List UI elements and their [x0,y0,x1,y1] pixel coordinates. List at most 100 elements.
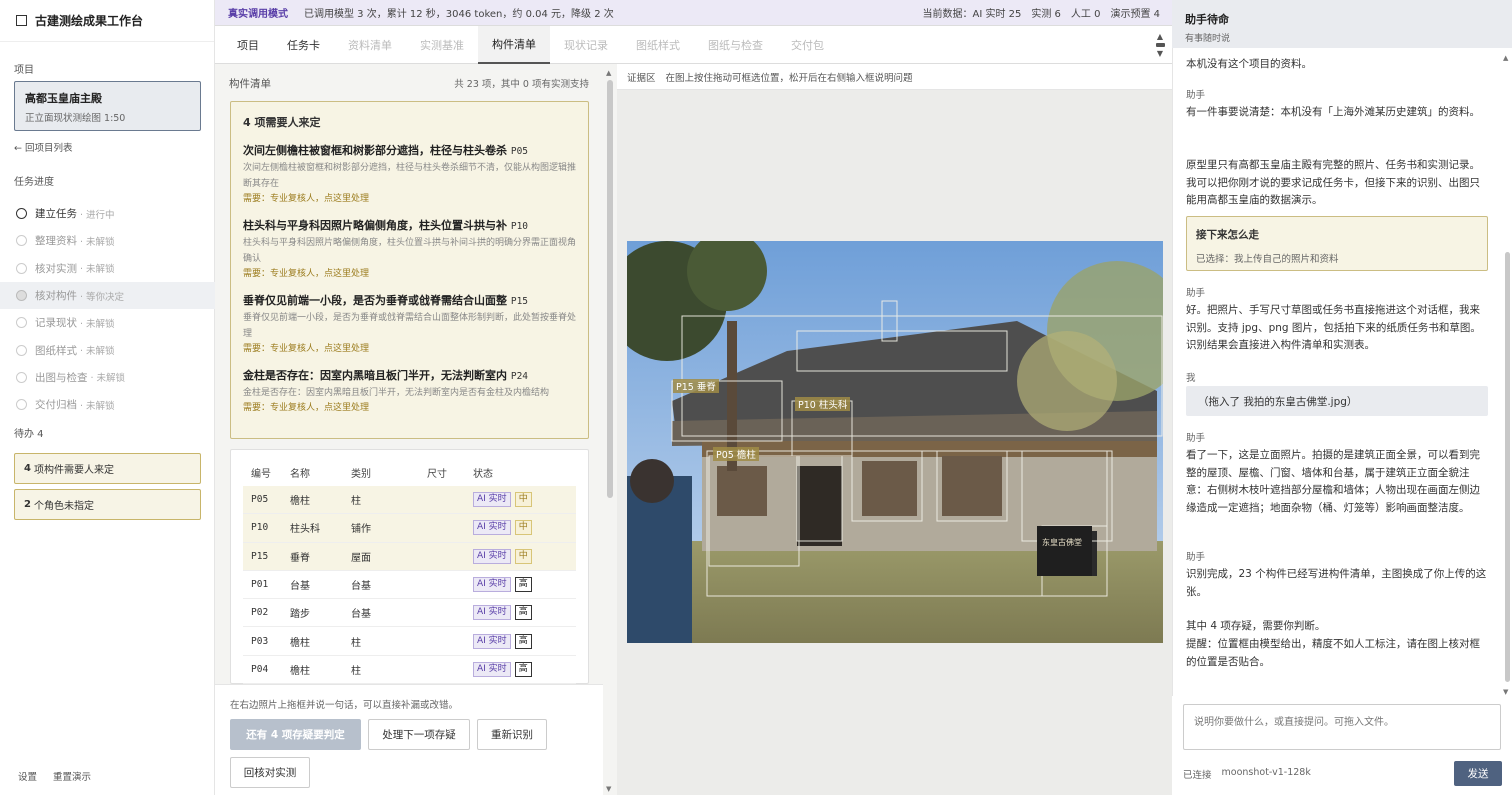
triangle-down-icon[interactable]: ▼ [1157,49,1163,58]
issue-item[interactable]: 柱头科与平身科因照片略偏侧角度，柱头位置斗拱与补 P10 柱头科与平身科因照片略… [243,217,576,281]
ai-badge: AI 实时 [473,661,511,677]
task-steps: 建立任务 · 进行中 整理资料 · 未解锁 核对实测 · 未解锁 核对构件 · 等你决定… [0,200,215,418]
ai-badge: AI 实时 [473,633,511,649]
scroll-thumb[interactable] [1505,252,1510,682]
tab-project[interactable]: 项目 [223,26,273,64]
triangle-down-icon[interactable]: ▼ [606,785,611,793]
triangle-down-icon[interactable]: ▼ [1503,688,1508,696]
chat-header: 助手待命 有事随时说 [1172,0,1512,48]
step-item[interactable]: 交付归档 · 未解锁 [0,391,215,418]
component-scrollbar[interactable]: ▲ ▼ [603,64,617,795]
step-name: 建立任务 [35,208,77,221]
chat-input[interactable]: 说明你要做什么，或直接提问。可拖入文件。 [1183,704,1501,750]
step-name: 图纸样式 [35,344,77,357]
tab-scroll-control[interactable]: ▲ ▼ [1152,32,1168,58]
cell-type: 台基 [351,581,371,593]
send-button[interactable]: 发送 [1454,761,1502,786]
step-item[interactable]: 图纸样式 · 未解锁 [0,336,215,363]
tab-drawing-style[interactable]: 图纸样式 [622,26,694,64]
tab-survey-baseline[interactable]: 实测基准 [406,26,478,64]
building-photo[interactable]: P15 垂脊 P10 柱头科 P05 檐柱 东皇古佛堂 [627,241,1163,643]
table-row[interactable]: P15 垂脊 屋面 AI 实时中 [243,542,576,571]
issue-desc: 柱头科与平身科因照片略偏侧角度，柱头位置斗拱与补间斗拱的明确分界需正面视角确认 [243,238,577,264]
table-row[interactable]: P10 柱头科 铺作 AI 实时中 [243,514,576,543]
next-steps-card[interactable]: 接下来怎么走 已选择：我上传自己的照片和资料 [1186,216,1488,271]
table-row[interactable]: P01 台基 台基 AI 实时高 [243,571,576,600]
chat-sender: 助手 [1186,552,1206,563]
issue-desc: 垂脊仅见前端一小段，是否为垂脊或戗脊需结合山面整体形制判断，此处暂按垂脊处理 [243,313,577,339]
todo-count: 4 [24,463,31,474]
tab-drawing-check[interactable]: 图纸与检查 [694,26,777,64]
reset-demo-link[interactable]: 重置演示 [53,769,91,783]
chat-message: 本机没有这个项目的资料。 [1186,58,1312,70]
step-circle-icon [16,262,27,274]
step-item[interactable]: 整理资料 · 未解锁 [0,227,215,254]
component-count: 共 23 项，其中 0 项有实测支持 [454,79,589,90]
todo-item[interactable]: 4 项构件需要人来定 [14,453,201,484]
triangle-up-icon[interactable]: ▲ [606,69,611,77]
table-row[interactable]: P05 檐柱 柱 AI 实时中 [243,486,576,515]
issue-action-link[interactable]: 需要：专业复核人，点这里处理 [243,401,576,415]
back-to-projects-link[interactable]: ← 回项目列表 [14,140,72,154]
step-name: 交付归档 [35,399,77,412]
tab-delivery[interactable]: 交付包 [777,26,838,64]
issue-action-link[interactable]: 需要：专业复核人，点这里处理 [243,267,576,281]
next-issue-button[interactable]: 处理下一项存疑 [368,719,470,750]
todo-item[interactable]: 2 个角色未指定 [14,489,201,520]
progress-label: 任务进度 [14,177,54,188]
issue-item[interactable]: 次间左侧檐柱被窗框和树影部分遮挡，柱径与柱头卷杀 P05 次间左侧檐柱被窗框和树… [243,142,576,206]
issue-code: P24 [510,371,529,382]
issue-desc: 次间左侧檐柱被窗框和树影部分遮挡，柱径与柱头卷杀细节不清，仅能从构图逻辑推断其存… [243,163,577,189]
step-item[interactable]: 出图与检查 · 未解锁 [0,364,215,391]
project-subtitle: 正立面现状测绘图 1:50 [25,113,126,124]
table-row[interactable]: P02 踏步 台基 AI 实时高 [243,599,576,628]
chat-message: 原型里只有高都玉皇庙主殿有完整的照片、任务书和实测记录。我可以把你刚才说的要求记… [1186,159,1480,206]
step-status: · 未解锁 [80,264,115,276]
cell-type: 铺作 [351,524,371,536]
chat-sender: 我 [1186,373,1196,384]
chat-message: 看了一下，这是立面照片。拍摄的是建筑正面全景，可以看到完整的屋顶、屋檐、门窗、墙… [1186,449,1480,514]
chat-message: 好。把照片、手写尺寸草图或任务书直接拖进这个对话框，我来识别。支持 jpg、pn… [1186,304,1481,351]
manual-count: 人工 0 [1070,9,1101,20]
triangle-up-icon[interactable]: ▲ [1503,54,1508,62]
ai-badge: AI 实时 [473,577,511,593]
component-panel-header: 构件清单 共 23 项，其中 0 项有实测支持 [215,64,603,102]
step-item[interactable]: 记录现状 · 未解锁 [0,309,215,336]
table-row[interactable]: P04 檐柱 柱 AI 实时高 [243,656,576,684]
step-item[interactable]: 核对实测 · 未解锁 [0,255,215,282]
step-item[interactable]: 核对构件 · 等你决定 [0,281,215,310]
issue-code: P05 [510,146,529,157]
usage-stats: 已调用模型 3 次，累计 12 秒，3046 token，约 0.04 元，降级… [304,9,614,20]
todo-text: 项构件需要人来定 [33,465,114,476]
step-item[interactable]: 建立任务 · 进行中 [0,200,215,227]
chat-scrollbar[interactable]: ▲ ▼ [1503,52,1511,696]
pending-issues-button[interactable]: 还有 4 项存疑要判定 [230,719,361,750]
scroll-thumb[interactable] [1155,42,1165,47]
tab-materials[interactable]: 资料清单 [334,26,406,64]
project-card[interactable]: 高都玉皇庙主殿 正立面现状测绘图 1:50 [14,81,201,131]
issue-item[interactable]: 金柱是否存在：因室内黑暗且板门半开，无法判断室内 P24 金柱是否存在：因室内黑… [243,367,576,415]
cell-name: 檐柱 [290,496,310,508]
issue-desc: 金柱是否存在：因室内黑暗且板门半开，无法判断室内是否有金柱及内檐结构 [243,388,550,398]
issue-action-link[interactable]: 需要：专业复核人，点这里处理 [243,192,576,206]
tab-condition-record[interactable]: 现状记录 [550,26,622,64]
todo-count: 2 [24,499,31,510]
ai-badge: AI 实时 [473,548,511,564]
evidence-area[interactable]: P15 垂脊 P10 柱头科 P05 檐柱 东皇古佛堂 [617,90,1172,795]
cell-type: 台基 [351,609,371,621]
issue-action-link[interactable]: 需要：专业复核人，点这里处理 [243,342,576,356]
scroll-thumb[interactable] [607,80,613,498]
col-name-header: 名称 [290,468,310,480]
evidence-label: 证据区 [627,72,656,84]
tab-task-card[interactable]: 任务卡 [273,26,334,64]
building-photo-svg [627,241,1163,643]
table-row[interactable]: P03 檐柱 柱 AI 实时高 [243,627,576,656]
settings-link[interactable]: 设置 [18,769,37,783]
triangle-up-icon[interactable]: ▲ [1157,32,1163,41]
issue-item[interactable]: 垂脊仅见前端一小段，是否为垂脊或戗脊需结合山面整 P15 垂脊仅见前端一小段，是… [243,292,576,356]
back-to-survey-button[interactable]: 回核对实测 [230,757,310,788]
chat-sender: 助手 [1186,288,1206,299]
tab-components[interactable]: 构件清单 [478,25,550,64]
rerun-recognition-button[interactable]: 重新识别 [477,719,547,750]
cell-code: P10 [251,522,269,534]
